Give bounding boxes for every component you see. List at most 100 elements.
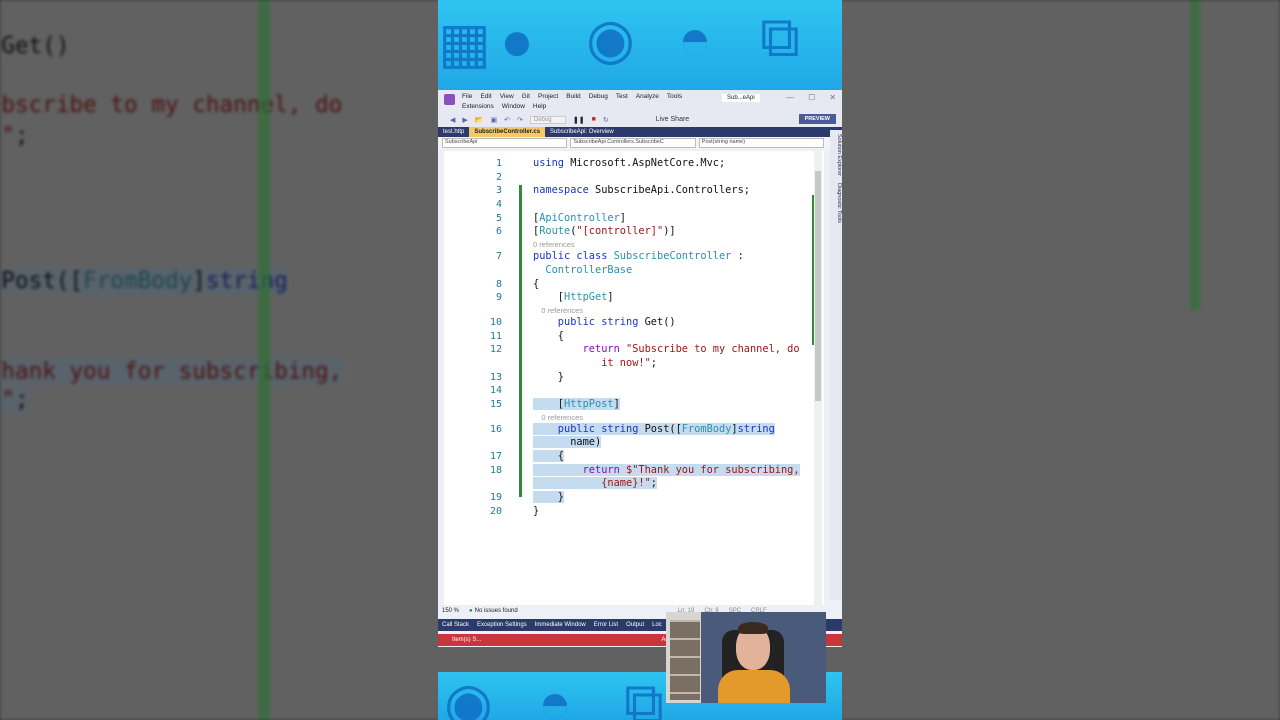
code-text: name)	[533, 436, 602, 450]
code-line: 18 return $"Thank you for subscribing,	[444, 463, 814, 478]
side-panel-tabs: Solution Explorer Diagnostic Tools	[830, 130, 842, 600]
code-token: [	[533, 398, 564, 410]
code-token: SubscribeController	[613, 250, 732, 263]
code-text: namespace SubscribeApi.Controllers;	[533, 184, 750, 198]
code-token: public string	[533, 422, 645, 435]
panel-tab-immediate-window[interactable]: Immediate Window	[535, 622, 586, 628]
menu-item-help[interactable]: Help	[533, 102, 546, 112]
tab-subscribecontroller-cs[interactable]: SubscribeController.cs	[469, 127, 546, 137]
code-token: HttpPost	[564, 398, 614, 410]
menu-item-build[interactable]: Build	[566, 92, 580, 102]
solution-explorer-tab[interactable]: Solution Explorer	[836, 134, 842, 176]
code-token: name)	[533, 436, 602, 449]
code-token: ;	[650, 477, 657, 490]
code-token: {	[533, 450, 564, 463]
line-number: 18	[489, 464, 502, 476]
menu-item-tools[interactable]: Tools	[667, 92, 682, 102]
code-text: using Microsoft.AspNetCore.Mvc;	[533, 157, 725, 171]
restart-icon[interactable]: ↻	[603, 116, 609, 124]
document-tabs: test.http SubscribeController.cs Subscribe…	[438, 127, 842, 137]
panel-tab-call-stack[interactable]: Call Stack	[442, 622, 469, 628]
stop-icon[interactable]: ■	[592, 116, 596, 123]
code-text: return $"Thank you for subscribing,	[533, 463, 800, 478]
maximize-icon[interactable]: ☐	[808, 93, 815, 102]
zoom-level[interactable]: 150 %	[442, 608, 459, 614]
close-icon[interactable]: ✕	[829, 93, 836, 102]
menu-item-project[interactable]: Project	[538, 92, 558, 102]
diagnostic-tools-tab[interactable]: Diagnostic Tools	[836, 183, 842, 223]
minimize-icon[interactable]: —	[786, 93, 794, 102]
save-icon[interactable]: ▣	[491, 116, 498, 124]
project-dropdown[interactable]: SubscribeApi	[442, 138, 568, 148]
forward-icon[interactable]: ▶	[462, 116, 467, 124]
vertical-scrollbar[interactable]	[814, 151, 822, 605]
menu-item-edit[interactable]: Edit	[480, 92, 491, 102]
class-dropdown[interactable]: SubscribeApi.Controllers.SubscribeC	[570, 138, 696, 148]
menu-item-git[interactable]: Git	[522, 92, 530, 102]
menu-item-view[interactable]: View	[500, 92, 514, 102]
menu-item-window[interactable]: Window	[502, 102, 525, 112]
code-text: {	[533, 450, 564, 464]
code-lens-references: 0 references	[444, 305, 814, 316]
code-line: 5 [ApiController]	[444, 212, 814, 226]
menu-item-debug[interactable]: Debug	[589, 92, 608, 102]
panel-tab-error-list[interactable]: Error List	[594, 622, 618, 628]
live-share-button[interactable]: Live Share	[656, 116, 689, 123]
code-line: ControllerBase	[444, 264, 814, 278]
redo-icon[interactable]: ↷	[517, 116, 523, 124]
top-banner: ▦ ● ◉ ◓ ⧉	[438, 0, 842, 90]
tab-test-http[interactable]: test.http	[438, 127, 469, 137]
menu-item-file[interactable]: File	[462, 92, 472, 102]
menu-item-analyze[interactable]: Analyze	[636, 92, 659, 102]
member-dropdown[interactable]: Post(string name)	[698, 138, 824, 148]
panel-tab-exception-settings[interactable]: Exception Settings	[477, 622, 527, 628]
code-text: {	[533, 278, 539, 292]
preview-badge[interactable]: PREVIEW	[798, 114, 836, 124]
code-lens-references: 0 references	[444, 239, 814, 250]
scroll-thumb[interactable]	[815, 171, 821, 401]
code-line: 20}	[444, 505, 814, 519]
references-count[interactable]: 0 references	[533, 412, 583, 423]
menu-item-test[interactable]: Test	[616, 92, 628, 102]
code-line: 16 public string Post([FromBody]string	[444, 422, 814, 437]
back-icon[interactable]: ◀	[450, 116, 455, 124]
windows-icon: ▦	[438, 11, 491, 74]
items-status: Item(s) S...	[452, 637, 482, 643]
android-icon: ◓	[678, 7, 712, 70]
code-line: it now!";	[444, 357, 814, 371]
issues-status[interactable]: No issues found	[475, 608, 518, 614]
background-change-bar	[258, 0, 270, 720]
menu-item-extensions[interactable]: Extensions	[462, 102, 494, 112]
code-text: public string Get()	[533, 316, 676, 330]
code-token: string	[737, 422, 775, 435]
code-token: namespace	[533, 184, 595, 197]
open-icon[interactable]: 📂	[475, 116, 484, 124]
code-line: name)	[444, 436, 814, 450]
code-line: 1 using Microsoft.AspNetCore.Mvc;	[444, 157, 814, 171]
references-count[interactable]: 0 references	[533, 305, 583, 316]
code-token: it now!"	[533, 356, 651, 369]
code-line: 13 }	[444, 371, 814, 385]
code-lens-references: 0 references	[444, 412, 814, 423]
code-text: public class SubscribeController :	[533, 250, 744, 264]
undo-icon[interactable]: ↶	[504, 116, 510, 124]
code-token: Post([	[644, 422, 682, 435]
line-number: 14	[489, 385, 502, 397]
line-number: 1	[495, 158, 502, 169]
code-token: ]	[619, 211, 626, 224]
panel-tab-output[interactable]: Output	[626, 622, 644, 628]
code-line: 15 [HttpPost]	[444, 398, 814, 412]
pause-icon[interactable]: ❚❚	[573, 116, 585, 124]
tab-subscribeapi-overview[interactable]: SubscribeApi: Overview	[545, 127, 619, 137]
visual-studio-window: File Edit View Git Project Build Debug Test Anal…	[438, 90, 842, 647]
code-token: using	[533, 157, 571, 169]
configuration-dropdown[interactable]: Debug	[529, 115, 566, 124]
code-editor[interactable]: 1 using Microsoft.AspNetCore.Mvc; 2 3 namesp…	[444, 151, 824, 605]
line-number: 5	[495, 212, 502, 224]
code-token: SubscribeApi.Controllers;	[595, 184, 750, 197]
references-count[interactable]: 0 references	[533, 239, 575, 250]
github-icon: ◉	[444, 672, 493, 720]
code-text: return "Subscribe to my channel, do	[533, 343, 800, 357]
code-text: [HttpGet]	[533, 291, 614, 305]
panel-tab-loc[interactable]: Loc	[652, 622, 662, 628]
